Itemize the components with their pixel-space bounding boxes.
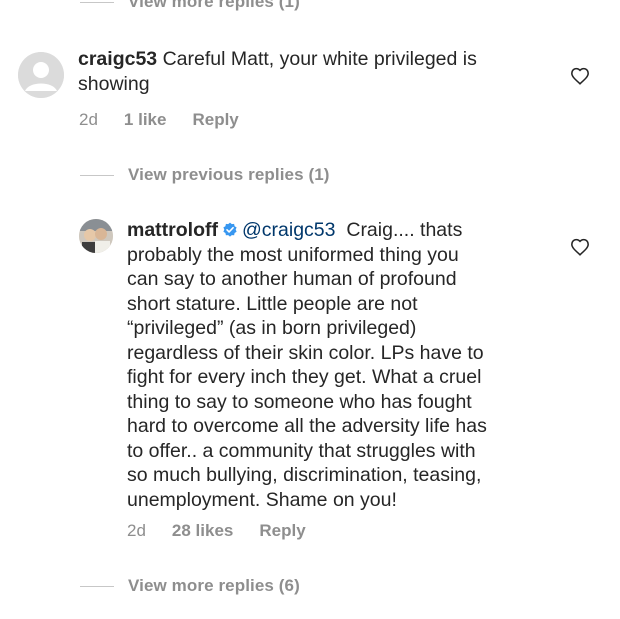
username[interactable]: craigc53 — [78, 48, 157, 70]
view-previous-replies-label[interactable]: View previous replies (1) — [128, 165, 330, 185]
comment-time: 2d — [79, 110, 98, 129]
comment-text-line-2: probably the most uniformed thing you — [127, 243, 459, 266]
verified-badge-icon — [223, 222, 237, 237]
divider-line — [80, 174, 114, 176]
divider-line — [80, 1, 114, 3]
view-more-replies-bottom[interactable]: View more replies (6) — [80, 576, 300, 596]
comment-text: craigc53 Careful Matt, your white privil… — [78, 47, 538, 96]
comment-text-line-2: showing — [78, 72, 150, 95]
mention-link[interactable]: @craigc53 — [242, 219, 336, 241]
heart-outline-icon[interactable] — [570, 238, 590, 256]
comment-text-line-3: can say to another human of profound — [127, 268, 457, 290]
heart-outline-icon[interactable] — [570, 67, 590, 85]
comment-meta: 2d 28 likes Reply — [127, 521, 332, 541]
reply-button[interactable]: Reply — [192, 110, 238, 130]
default-avatar-icon[interactable] — [18, 52, 64, 98]
view-more-replies-label[interactable]: View more replies (6) — [128, 576, 300, 596]
comment-text-line-6: regardless of their skin color. LPs have… — [127, 341, 484, 364]
view-more-replies-top[interactable]: View more replies (1) — [80, 0, 300, 12]
comment-text: mattroloff @craigc53 Craig.... thats pro… — [127, 218, 557, 512]
comment-text-line-8: thing to say to someone who has fought — [127, 390, 472, 413]
likes-count[interactable]: 1 like — [124, 110, 167, 130]
divider-line — [80, 585, 114, 587]
avatar[interactable] — [79, 219, 113, 253]
reply-button[interactable]: Reply — [259, 521, 305, 541]
comment-text-line-1: Craig.... thats — [346, 219, 463, 241]
likes-count[interactable]: 28 likes — [172, 521, 233, 541]
comment-text-line-7: fight for every inch they get. What a cr… — [127, 366, 482, 388]
comment-text-line-11: so much bullying, discrimination, teasin… — [127, 464, 482, 486]
comment-text-line-10: to offer.. a community that struggles wi… — [127, 439, 476, 462]
comment-time: 2d — [127, 521, 146, 540]
username[interactable]: mattroloff — [127, 219, 218, 241]
view-previous-replies[interactable]: View previous replies (1) — [80, 165, 330, 185]
comment-meta: 2d 1 like Reply — [79, 110, 265, 130]
comment-text-line-5: “privileged” (as in born privileged) — [127, 317, 417, 339]
comment-text-line-1: Careful Matt, your white privileged is — [162, 48, 477, 70]
comment-text-line-4: short stature. Little people are not — [127, 292, 418, 315]
default-avatar-graphic — [18, 52, 64, 98]
profile-photo — [79, 219, 113, 253]
view-more-replies-label[interactable]: View more replies (1) — [128, 0, 300, 12]
comment-text-line-9: hard to overcome all the adversity life … — [127, 415, 487, 437]
comment-text-line-12: unemployment. Shame on you! — [127, 488, 397, 511]
